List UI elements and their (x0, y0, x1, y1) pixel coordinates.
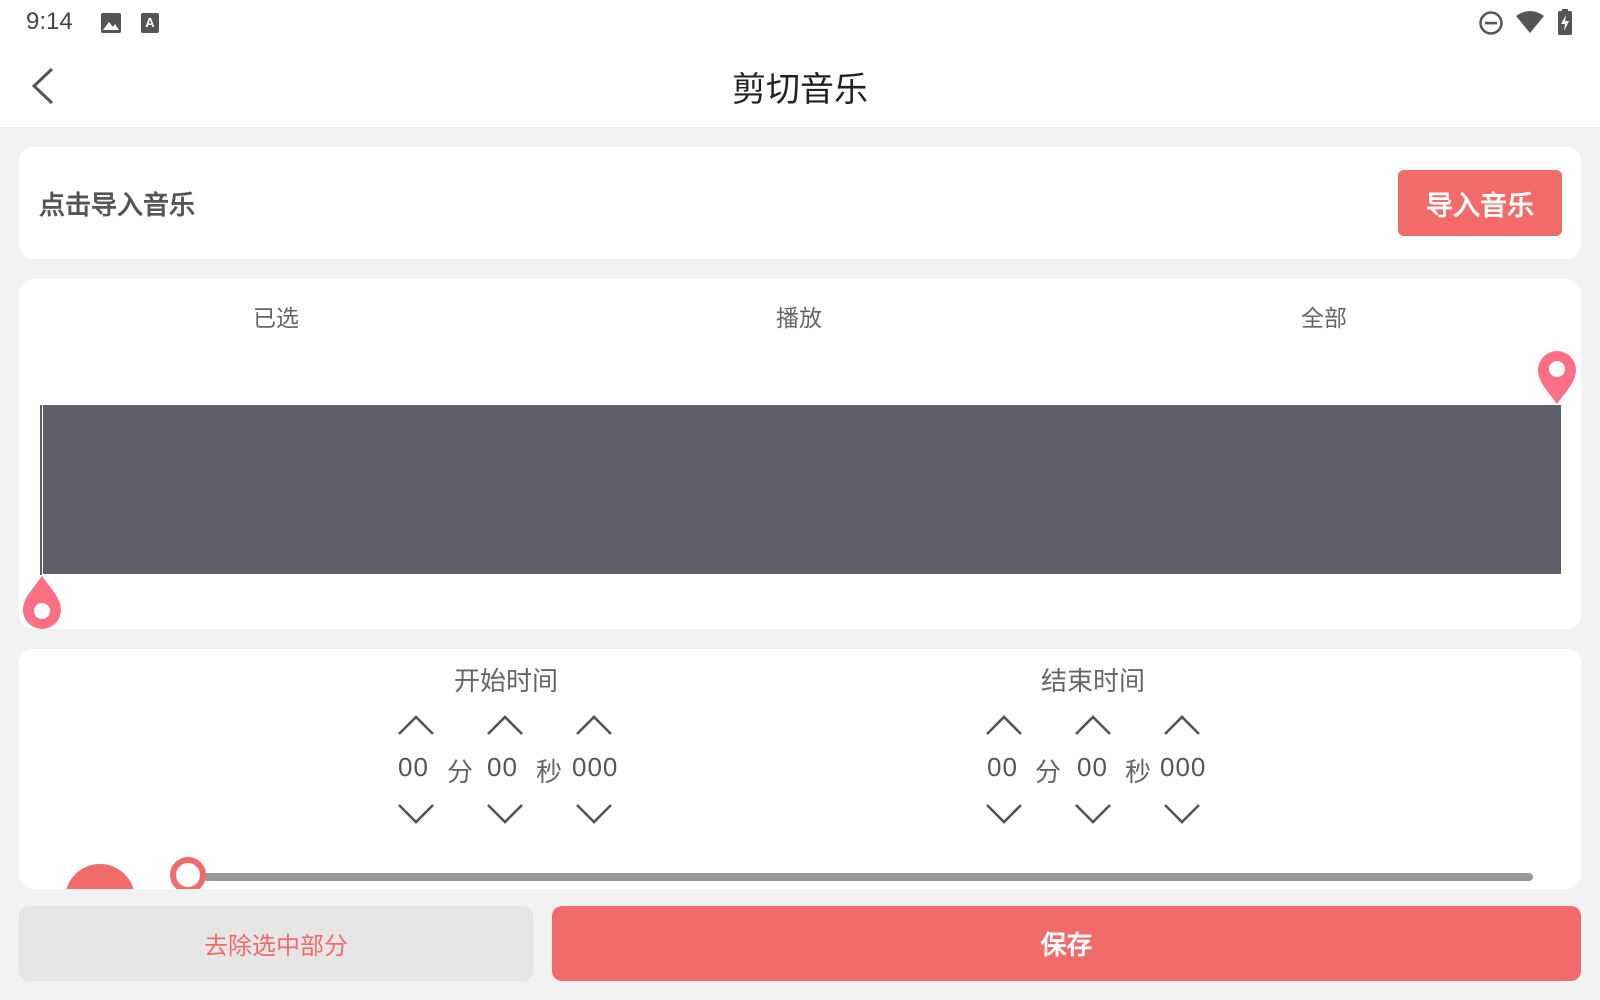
a-icon: A (141, 13, 159, 33)
save-button[interactable]: 保存 (552, 906, 1581, 981)
end-minute-up-icon[interactable] (984, 712, 1024, 738)
playhead-line (40, 405, 42, 575)
image-icon (101, 13, 121, 33)
tab-play[interactable]: 播放 (699, 299, 899, 333)
playback-progress-track[interactable] (203, 873, 1533, 881)
end-milli-up-icon[interactable] (1162, 712, 1202, 738)
time-card: 开始时间 结束时间 00 分 00 秒 000 00 分 00 秒 000 (19, 649, 1581, 889)
app-bar: 剪切音乐 (0, 44, 1600, 127)
remove-selection-button[interactable]: 去除选中部分 (19, 906, 533, 981)
start-minute-unit: 分 (447, 758, 474, 788)
start-minute-up-icon[interactable] (396, 712, 436, 738)
import-music-button[interactable]: 导入音乐 (1398, 170, 1562, 236)
start-minutes-value[interactable]: 00 (398, 752, 429, 783)
end-time-title: 结束时间 (1040, 667, 1145, 697)
import-card[interactable]: 点击导入音乐 导入音乐 (19, 147, 1581, 259)
end-second-up-icon[interactable] (1073, 712, 1113, 738)
start-seconds-value[interactable]: 00 (487, 752, 518, 783)
play-button[interactable] (65, 864, 135, 889)
import-hint-label[interactable]: 点击导入音乐 (39, 185, 195, 222)
start-marker-pin-icon[interactable] (21, 575, 63, 631)
end-minute-down-icon[interactable] (984, 801, 1024, 827)
start-second-unit: 秒 (536, 758, 563, 788)
waveform[interactable] (43, 405, 1561, 574)
svg-text:A: A (145, 15, 155, 30)
end-second-unit: 秒 (1125, 758, 1152, 788)
start-second-up-icon[interactable] (485, 712, 525, 738)
end-milli-down-icon[interactable] (1162, 801, 1202, 827)
tab-all[interactable]: 全部 (1224, 299, 1424, 333)
start-millis-value[interactable]: 000 (572, 752, 618, 783)
start-minute-down-icon[interactable] (396, 801, 436, 827)
battery-charging-icon (1558, 9, 1572, 35)
status-bar: 9:14 A (0, 0, 1600, 44)
start-time-title: 开始时间 (453, 667, 558, 697)
playback-progress-thumb[interactable] (170, 857, 206, 889)
page-title: 剪切音乐 (732, 70, 868, 110)
tab-selected[interactable]: 已选 (176, 299, 376, 333)
waveform-card: 已选 播放 全部 (19, 279, 1581, 629)
end-millis-value[interactable]: 000 (1160, 752, 1206, 783)
start-milli-down-icon[interactable] (574, 801, 614, 827)
end-minute-unit: 分 (1035, 758, 1062, 788)
bottom-action-bar: 去除选中部分 保存 (0, 889, 1600, 1000)
end-marker-pin-icon[interactable] (1536, 349, 1578, 405)
start-second-down-icon[interactable] (485, 801, 525, 827)
wifi-icon (1516, 11, 1544, 33)
status-time: 9:14 (26, 8, 73, 35)
end-seconds-value[interactable]: 00 (1077, 752, 1108, 783)
end-second-down-icon[interactable] (1073, 801, 1113, 827)
start-milli-up-icon[interactable] (574, 712, 614, 738)
end-minutes-value[interactable]: 00 (987, 752, 1018, 783)
dnd-icon (1479, 11, 1503, 35)
